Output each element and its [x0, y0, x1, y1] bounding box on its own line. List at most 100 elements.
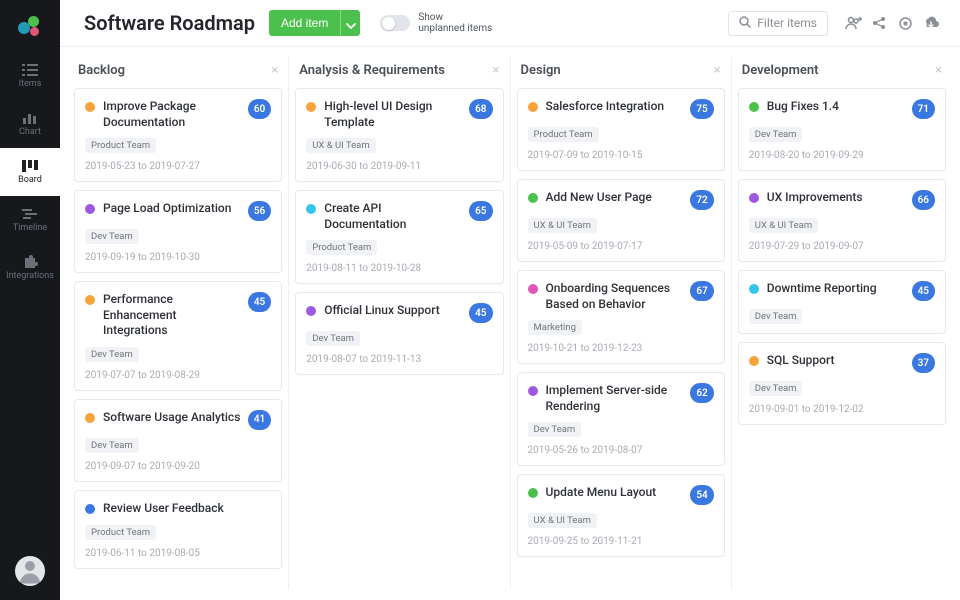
card[interactable]: Page Load Optimization56Dev Team2019-09-… — [74, 190, 282, 273]
card-header-row: UX Improvements 66 — [749, 190, 935, 210]
card-title: Software Usage Analytics — [103, 410, 242, 426]
card[interactable]: Review User FeedbackProduct Team2019-06-… — [74, 490, 282, 569]
user-avatar[interactable] — [15, 556, 45, 586]
board-column: Design×Salesforce Integration75Product T… — [511, 57, 732, 590]
close-icon[interactable]: × — [493, 63, 500, 78]
close-icon[interactable]: × — [271, 63, 278, 78]
card-title: Add New User Page — [546, 190, 685, 206]
column-title: Design — [521, 63, 561, 78]
score-badge: 45 — [469, 303, 492, 323]
show-unplanned-toggle[interactable] — [380, 15, 410, 31]
team-chip: Dev Team — [749, 381, 803, 396]
card-title: High-level UI Design Template — [324, 99, 463, 130]
card[interactable]: Create API Documentation65Product Team20… — [295, 190, 503, 284]
category-swatch — [85, 102, 95, 112]
card-header-row: Software Usage Analytics 41 — [85, 410, 271, 430]
download-icon[interactable] — [920, 12, 942, 34]
card-title: Official Linux Support — [324, 303, 463, 319]
filter-input[interactable]: Filter items — [728, 11, 828, 36]
card-header-row: Page Load Optimization56 — [85, 201, 271, 221]
score-badge: 45 — [248, 292, 271, 312]
category-swatch — [85, 295, 95, 305]
board-icon — [21, 159, 39, 173]
score-badge: 71 — [912, 99, 935, 119]
board: Backlog × Improve Package Documentation60P… — [60, 47, 960, 600]
cards-list: High-level UI Design Template 68 UX & UI T… — [295, 88, 503, 375]
nav-items[interactable]: Items — [0, 52, 60, 100]
card-title: UX Improvements — [767, 190, 906, 206]
score-badge: 68 — [469, 99, 492, 119]
score-badge: 41 — [248, 410, 271, 430]
puzzle-icon — [21, 255, 39, 269]
score-badge: 75 — [690, 99, 713, 119]
team-chip: Marketing — [528, 320, 582, 335]
column-header: Development× — [738, 57, 946, 88]
category-swatch — [85, 504, 95, 514]
card-title: Onboarding Sequences Based on Behavior — [546, 281, 685, 312]
score-badge: 65 — [469, 201, 492, 221]
card[interactable]: Implement Server-side Rendering62Dev Tea… — [517, 372, 725, 466]
chart-icon — [21, 111, 39, 125]
card-title: SQL Support — [767, 353, 906, 369]
team-chip: Dev Team — [85, 438, 139, 453]
add-item-button[interactable]: Add item — [269, 10, 340, 36]
card[interactable]: Add New User Page72UX & UI Team2019-05-0… — [517, 179, 725, 262]
card-title: Review User Feedback — [103, 501, 271, 517]
nav-label: Timeline — [13, 223, 47, 233]
nav-label: Items — [19, 79, 42, 89]
page-title: Software Roadmap — [84, 11, 255, 35]
column-title: Analysis & Requirements — [299, 63, 445, 78]
nav-timeline[interactable]: Timeline — [0, 196, 60, 244]
category-swatch — [528, 102, 538, 112]
cards-list: Improve Package Documentation60Product T… — [74, 88, 282, 569]
team-chip: Product Team — [85, 138, 156, 153]
card-title: Update Menu Layout — [546, 485, 685, 501]
team-chip: Dev Team — [306, 331, 360, 346]
card-dates: 2019-06-30 to 2019-09-11 — [306, 161, 492, 172]
nav-label: Board — [18, 175, 42, 185]
score-badge: 45 — [912, 281, 935, 301]
nav-integrations[interactable]: Integrations — [0, 244, 60, 292]
card[interactable]: Downtime Reporting45Dev Team — [738, 270, 946, 334]
category-swatch — [528, 488, 538, 498]
category-swatch — [528, 386, 538, 396]
settings-icon[interactable] — [894, 12, 916, 34]
card-dates: 2019-07-09 to 2019-10-15 — [528, 150, 714, 161]
card-dates: 2019-07-07 to 2019-08-29 — [85, 370, 271, 381]
card[interactable]: Onboarding Sequences Based on Behavior67… — [517, 270, 725, 364]
card[interactable]: Salesforce Integration75Product Team2019… — [517, 88, 725, 171]
card[interactable]: Performance Enhancement Integrations45De… — [74, 281, 282, 391]
score-badge: 66 — [912, 190, 935, 210]
card-dates: 2019-09-25 to 2019-11-21 — [528, 536, 714, 547]
column-header: Design × — [517, 57, 725, 88]
card[interactable]: UX Improvements66UX & UI Team2019-07-29 … — [738, 179, 946, 262]
card[interactable]: Update Menu Layout54UX & UI Team2019-09-… — [517, 474, 725, 557]
nav-board[interactable]: Board — [0, 148, 60, 196]
card[interactable]: Bug Fixes 1.471Dev Team2019-08-20 to 201… — [738, 88, 946, 171]
chevron-down-icon — [346, 14, 356, 33]
share-icon[interactable] — [868, 12, 890, 34]
card-header-row: Update Menu Layout54 — [528, 485, 714, 505]
column-title: Backlog — [78, 63, 125, 78]
card[interactable]: Improve Package Documentation60Product T… — [74, 88, 282, 182]
nav-label: Chart — [19, 127, 41, 137]
team-chip: Product Team — [528, 127, 599, 142]
team-chip: Dev Team — [85, 229, 139, 244]
add-item-dropdown[interactable] — [340, 10, 360, 36]
board-column: Backlog × Improve Package Documentation60P… — [68, 57, 289, 590]
nav-chart[interactable]: Chart — [0, 100, 60, 148]
card-dates: 2019-05-23 to 2019-07-27 — [85, 161, 271, 172]
close-icon[interactable]: × — [714, 63, 721, 78]
add-people-icon[interactable] — [842, 12, 864, 34]
card-header-row: Downtime Reporting45 — [749, 281, 935, 301]
card-header-row: Onboarding Sequences Based on Behavior67 — [528, 281, 714, 312]
category-swatch — [749, 284, 759, 294]
team-chip: UX & UI Team — [306, 138, 375, 153]
card[interactable]: SQL Support37Dev Team2019-09-01 to 2019-… — [738, 342, 946, 425]
card[interactable]: Official Linux Support45Dev Team2019-08-… — [295, 292, 503, 375]
card[interactable]: Software Usage Analytics41Dev Team2019-0… — [74, 399, 282, 482]
card[interactable]: High-level UI Design Template 68 UX & UI T… — [295, 88, 503, 182]
filter-placeholder: Filter items — [757, 16, 817, 30]
card-header-row: Bug Fixes 1.471 — [749, 99, 935, 119]
close-icon[interactable]: × — [935, 63, 942, 78]
